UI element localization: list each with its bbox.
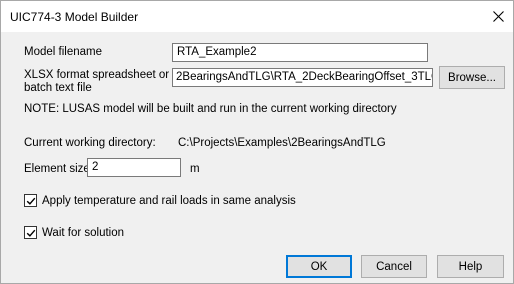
- help-button[interactable]: Help: [437, 255, 504, 278]
- element-size-unit: m: [190, 163, 200, 175]
- checkmark-icon: [26, 197, 35, 205]
- wait-solution-checkbox[interactable]: Wait for solution: [24, 226, 124, 239]
- cancel-button[interactable]: Cancel: [361, 255, 427, 278]
- element-size-field[interactable]: 2: [87, 158, 181, 177]
- wait-solution-label: Wait for solution: [42, 226, 125, 239]
- note-text: NOTE: LUSAS model will be built and run …: [24, 103, 397, 115]
- close-icon: [492, 11, 504, 22]
- window-title: UIC774-3 Model Builder: [10, 10, 139, 24]
- spreadsheet-label-line2: batch text file: [24, 82, 92, 94]
- title-bar[interactable]: UIC774-3 Model Builder: [1, 1, 513, 32]
- ok-button[interactable]: OK: [286, 255, 352, 278]
- apply-loads-check-box[interactable]: [24, 194, 37, 207]
- browse-button[interactable]: Browse...: [439, 66, 505, 89]
- close-button[interactable]: [483, 1, 513, 32]
- model-filename-label: Model filename: [24, 46, 102, 58]
- element-size-label: Element size: [24, 163, 90, 175]
- wait-solution-check-box[interactable]: [24, 226, 37, 239]
- model-builder-dialog: UIC774-3 Model Builder Model filename RT…: [0, 0, 514, 284]
- cwd-value: C:\Projects\Examples\2BearingsAndTLG: [178, 137, 386, 149]
- apply-loads-label: Apply temperature and rail loads in same…: [42, 194, 296, 207]
- model-filename-field[interactable]: RTA_Example2: [172, 43, 428, 62]
- spreadsheet-label-line1: XLSX format spreadsheet or: [24, 69, 170, 81]
- apply-loads-checkbox[interactable]: Apply temperature and rail loads in same…: [24, 194, 296, 207]
- spreadsheet-path-field[interactable]: 2BearingsAndTLG\RTA_2DeckBearingOffset_3…: [172, 68, 433, 87]
- checkmark-icon: [26, 229, 35, 237]
- cwd-label: Current working directory:: [24, 137, 156, 149]
